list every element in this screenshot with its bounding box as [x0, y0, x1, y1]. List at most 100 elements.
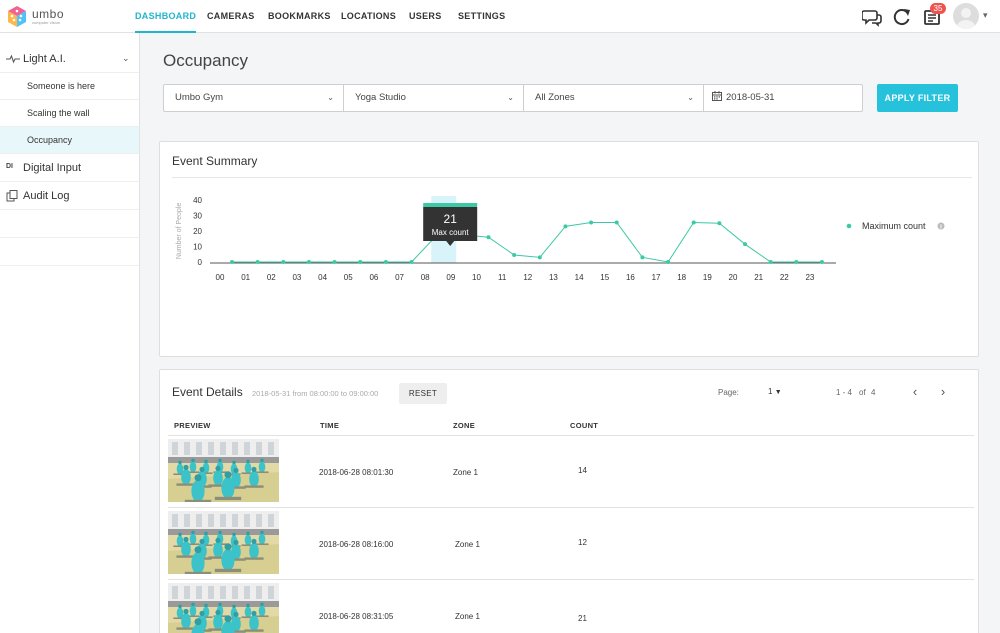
data-point — [691, 220, 696, 225]
sidebar-spacer — [0, 238, 139, 266]
column-header-zone: ZONE — [453, 421, 476, 430]
sidebar-group-label: Digital Input — [23, 162, 82, 174]
previous-page-icon[interactable]: ‹ — [907, 384, 923, 400]
nav-tab-settings[interactable]: SETTINGS — [458, 0, 505, 33]
event-preview-thumbnail[interactable] — [168, 439, 279, 502]
x-tick-label: 10 — [472, 273, 481, 282]
event-zone: Zone 1 — [455, 612, 480, 621]
sidebar-group-light-ai[interactable]: Light A.I. ⌄ — [0, 45, 139, 73]
page-select[interactable]: 1 ▼ — [768, 387, 782, 396]
occupancy-line-chart: 0 10 20 30 40 Number of People 00 01 02 03 04 05 06 0… — [176, 196, 945, 282]
y-tick-label: 0 — [198, 258, 203, 267]
x-tick-label: 04 — [318, 273, 327, 282]
x-tick-label: 22 — [780, 273, 789, 282]
x-tick-label: 14 — [575, 273, 584, 282]
logo-subtitle: computer vision — [32, 20, 61, 25]
x-tick-label: 05 — [344, 273, 353, 282]
nav-tab-locations[interactable]: LOCATIONS — [341, 0, 396, 33]
yoga-studio-scene-icon — [168, 583, 279, 633]
table-row[interactable]: 2018-06-28 08:16:00 Zone 1 12 — [168, 509, 974, 580]
site-select[interactable]: Umbo Gym ⌄ — [164, 85, 344, 111]
nav-tab-cameras[interactable]: CAMERAS — [207, 0, 255, 33]
x-tick-label: 16 — [626, 273, 635, 282]
next-page-icon[interactable]: › — [935, 384, 951, 400]
avatar[interactable] — [953, 3, 979, 29]
event-count: 21 — [578, 614, 587, 623]
x-tick-label: 19 — [703, 273, 712, 282]
copy-icon — [6, 190, 18, 202]
page-title: Occupancy — [163, 51, 249, 70]
umbo-logo[interactable]: umbo computer vision — [6, 5, 66, 29]
nav-tab-bookmarks[interactable]: BOOKMARKS — [268, 0, 331, 33]
avatar-caret-icon[interactable]: ▾ — [983, 10, 988, 21]
event-range-text: 2018-05-31 from 08:00:00 to 09:00:00 — [252, 389, 379, 398]
area-select[interactable]: Yoga Studio ⌄ — [344, 85, 524, 111]
nav-tab-dashboard[interactable]: DASHBOARD — [135, 0, 197, 33]
column-header-preview: PREVIEW — [174, 421, 211, 430]
x-tick-label: 20 — [729, 273, 738, 282]
page-label: Page: — [718, 388, 739, 397]
chevron-down-icon: ⌄ — [507, 93, 514, 102]
tooltip-accent-bar — [423, 203, 478, 207]
event-time: 2018-06-28 08:01:30 — [319, 468, 394, 477]
column-header-time: TIME — [320, 421, 340, 430]
apply-filter-button[interactable]: APPLY FILTER — [877, 84, 958, 112]
table-row[interactable]: 2018-06-28 08:31:05 Zone 1 21 — [168, 581, 974, 633]
sidebar-item-scaling-the-wall[interactable]: Scaling the wall — [0, 100, 139, 127]
refresh-icon[interactable] — [892, 7, 912, 27]
y-tick-label: 20 — [193, 227, 202, 236]
event-time: 2018-06-28 08:31:05 — [319, 612, 394, 621]
tooltip-value: 21 — [444, 212, 458, 226]
di-icon: DI — [6, 163, 13, 170]
notification-count-badge: 35 — [930, 3, 946, 14]
chat-icon[interactable] — [862, 7, 882, 27]
sidebar-item-someone-is-here[interactable]: Someone is here — [0, 73, 139, 100]
x-tick-label: 15 — [600, 273, 609, 282]
data-point — [358, 260, 363, 264]
sidebar-group-audit-log[interactable]: Audit Log — [0, 182, 139, 210]
event-count: 12 — [578, 538, 587, 547]
sidebar-item-occupancy[interactable]: Occupancy — [0, 127, 139, 154]
reset-button[interactable]: RESET — [399, 383, 447, 404]
data-point — [614, 220, 619, 225]
x-tick-label: 07 — [395, 273, 404, 282]
data-point — [563, 224, 568, 229]
data-point — [537, 255, 542, 260]
event-preview-thumbnail[interactable] — [168, 583, 279, 633]
y-tick-label: 40 — [193, 196, 202, 205]
user-avatar-icon — [957, 8, 975, 29]
x-tick-label: 21 — [754, 273, 763, 282]
sidebar-spacer — [0, 210, 139, 238]
event-zone: Zone 1 — [453, 468, 478, 477]
data-point — [306, 260, 311, 264]
data-point — [589, 220, 594, 225]
data-point — [717, 221, 722, 226]
x-tick-label: 01 — [241, 273, 250, 282]
data-point — [640, 255, 645, 260]
data-point — [486, 235, 491, 240]
page-total: 4 — [871, 388, 876, 397]
x-tick-label: 18 — [677, 273, 686, 282]
x-tick-label: 02 — [267, 273, 276, 282]
chevron-down-icon[interactable]: ⌄ — [122, 53, 130, 64]
table-header: PREVIEW TIME ZONE COUNT — [168, 412, 974, 436]
yoga-studio-scene-icon — [168, 511, 279, 574]
page-of-label: of — [859, 388, 866, 397]
sidebar-group-digital-input[interactable]: DI Digital Input — [0, 154, 139, 182]
y-axis-label: Number of People — [176, 203, 183, 260]
x-tick-label: 11 — [498, 273, 507, 282]
event-preview-thumbnail[interactable] — [168, 511, 279, 574]
pulse-icon — [6, 54, 20, 64]
nav-tab-users[interactable]: USERS — [409, 0, 442, 33]
data-point — [819, 260, 824, 264]
site-select-value: Umbo Gym — [175, 92, 224, 103]
sidebar: Light A.I. ⌄ Someone is here Scaling the… — [0, 33, 140, 633]
data-point — [255, 260, 260, 264]
zone-select[interactable]: All Zones ⌄ — [524, 85, 704, 111]
data-point — [383, 260, 388, 264]
data-point — [332, 260, 337, 264]
date-picker-input[interactable]: 2018-05-31 — [704, 85, 862, 111]
table-row[interactable]: 2018-06-28 08:01:30 Zone 1 14 — [168, 437, 974, 508]
y-tick-label: 10 — [193, 243, 202, 252]
data-point — [281, 260, 286, 264]
